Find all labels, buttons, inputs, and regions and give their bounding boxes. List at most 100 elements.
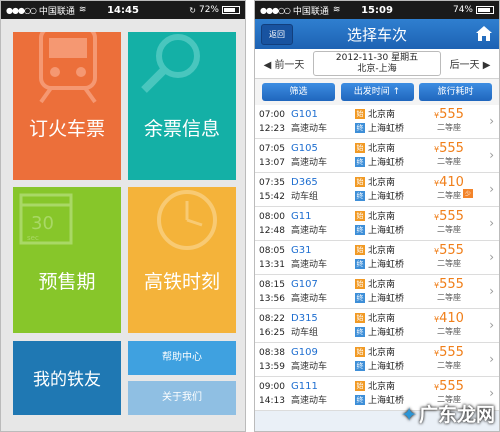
seat-class: 二等座 (437, 327, 461, 336)
train-number: G11 (291, 211, 312, 222)
train-row[interactable]: 08:15 13:56 G107 高速动车 始北京南终上海虹桥 ¥555 二等座 › (255, 275, 499, 309)
train-row[interactable]: 07:35 15:42 D365 动车组始北京南终上海虹桥 ¥410 二等座少 › (255, 173, 499, 207)
train-number: G107 (291, 279, 318, 290)
next-day-button[interactable]: 后一天 ▶ (441, 56, 499, 71)
hsr-timetable-tile[interactable]: 高铁时刻 (128, 187, 236, 333)
train-info: G107 高速动车 (291, 278, 327, 306)
times: 09:00 14:13 (259, 380, 285, 408)
chevron-right-icon: › (489, 386, 494, 400)
chevron-right-icon: › (489, 182, 494, 196)
arrival-time: 12:23 (259, 124, 285, 134)
wifi-icon: ≋ (332, 5, 341, 15)
train-row[interactable]: 08:38 13:59 G109 高速动车 始北京南终上海虹桥 ¥555 二等座 › (255, 343, 499, 377)
train-number: G101 (291, 109, 318, 120)
previous-day-button[interactable]: ◀ 前一天 (255, 56, 313, 71)
battery-percent: 74% (452, 5, 473, 15)
train-row[interactable]: 07:00 12:23 G101 高速动车 始北京南终上海虹桥 ¥555 二等座 › (255, 105, 499, 139)
carrier-name: 中国联通 (38, 6, 75, 17)
destination-station: 上海虹桥 (368, 294, 405, 304)
train-row[interactable]: 08:00 12:48 G11 高速动车 始北京南终上海虹桥 ¥555 二等座 › (255, 207, 499, 241)
origin-badge: 始 (355, 381, 365, 391)
status-bar: ●●●○○ 中国联通 ≋ 15:09 74% (255, 1, 499, 19)
seat-class: 二等座 (437, 293, 461, 302)
terminal-badge: 终 (355, 361, 365, 371)
times: 08:22 16:25 (259, 312, 285, 340)
arrival-time: 14:13 (259, 396, 285, 406)
book-train-ticket-tile[interactable]: 订火车票 (13, 32, 121, 180)
price: 555 (439, 345, 464, 360)
book-train-ticket-label: 订火车票 (28, 118, 105, 140)
watermark: ✦ 广东龙网 (401, 404, 495, 426)
seat-class: 二等座 (437, 361, 461, 370)
battery-percent: 72% (198, 5, 219, 15)
help-center-button[interactable]: 帮助中心 (128, 341, 236, 375)
battery-icon (476, 6, 494, 14)
seat-class: 二等座 (437, 157, 461, 166)
few-tickets-badge: 少 (463, 189, 474, 198)
train-info: G11 高速动车 (291, 210, 327, 238)
watermark-logo-icon: ✦ (401, 404, 417, 426)
about-us-button[interactable]: 关于我们 (128, 381, 236, 415)
filter-button[interactable]: 筛选 (262, 83, 335, 101)
train-icon (39, 32, 97, 104)
origin-station: 北京南 (368, 314, 396, 324)
train-number: G111 (291, 381, 318, 392)
fare: ¥555 二等座 (429, 277, 469, 303)
origin-badge: 始 (355, 347, 365, 357)
terminal-badge: 终 (355, 157, 365, 167)
origin-badge: 始 (355, 177, 365, 187)
price: 555 (439, 277, 464, 292)
train-type: 高速动车 (291, 362, 328, 372)
times: 08:00 12:48 (259, 210, 285, 238)
departure-time: 08:22 (259, 314, 285, 324)
seat-class: 二等座 (437, 225, 461, 234)
carrier-name: 中国联通 (292, 6, 329, 17)
origin-badge: 始 (355, 245, 365, 255)
train-number: G31 (291, 245, 312, 256)
price: 555 (439, 107, 464, 122)
seat-class: 二等座 (437, 123, 461, 132)
sort-departure-button[interactable]: 出发时间 ↑ (340, 83, 414, 101)
clock-icon (157, 190, 217, 250)
arrival-time: 15:42 (259, 192, 285, 202)
origin-badge: 始 (355, 143, 365, 153)
date-selector: ◀ 前一天 2012-11-30 星期五 北京-上海 后一天 ▶ (255, 49, 499, 79)
stations: 始北京南终上海虹桥 (355, 278, 404, 306)
terminal-badge: 终 (355, 395, 365, 405)
my-rail-friends-label: 我的铁友 (33, 370, 101, 390)
arrival-time: 13:31 (259, 260, 285, 270)
date-display[interactable]: 2012-11-30 星期五 北京-上海 (313, 51, 441, 76)
filter-bar: 筛选 出发时间 ↑ 旅行耗时 (255, 79, 499, 105)
navigation-bar: 返回 选择车次 (255, 19, 499, 49)
seat-class: 二等座 (437, 259, 461, 268)
train-results-screen: ●●●○○ 中国联通 ≋ 15:09 74% 返回 选择车次 ◀ 前一天 201… (254, 0, 500, 432)
train-row[interactable]: 08:05 13:31 G31 高速动车 始北京南终上海虹桥 ¥555 二等座 › (255, 241, 499, 275)
train-row[interactable]: 08:22 16:25 D315 动车组 始北京南终上海虹桥 ¥410 二等座 › (255, 309, 499, 343)
my-rail-friends-tile[interactable]: 我的铁友 (13, 341, 121, 415)
sort-duration-button[interactable]: 旅行耗时 (419, 83, 492, 101)
destination-station: 上海虹桥 (368, 260, 405, 270)
price: 555 (439, 243, 464, 258)
home-icon[interactable] (475, 25, 493, 42)
presale-period-tile[interactable]: 30 sec 预售期 (13, 187, 121, 333)
stations: 始北京南终上海虹桥 (355, 346, 404, 374)
chevron-right-icon: › (489, 318, 494, 332)
back-button[interactable]: 返回 (261, 23, 293, 45)
calendar-icon: 30 sec (19, 193, 73, 245)
terminal-badge: 终 (355, 225, 365, 235)
arrival-time: 13:07 (259, 158, 285, 168)
fare: ¥555 二等座 (429, 209, 469, 235)
home-screen: ●●●○○ 中国联通 ≋ 14:45 ↻ 72% 订火车票 余票信息 30 se… (0, 0, 246, 432)
origin-badge: 始 (355, 109, 365, 119)
train-number: D365 (291, 177, 318, 188)
train-type: 高速动车 (291, 396, 328, 406)
train-info: G111 高速动车 (291, 380, 327, 408)
stations: 始北京南终上海虹桥 (355, 210, 404, 238)
train-type: 高速动车 (291, 226, 328, 236)
remaining-tickets-label: 余票信息 (143, 118, 220, 140)
train-row[interactable]: 07:05 13:07 G105 高速动车 始北京南终上海虹桥 ¥555 二等座 › (255, 139, 499, 173)
signal-icon: ●●●○○ (6, 5, 37, 15)
origin-station: 北京南 (368, 348, 396, 358)
train-type: 高速动车 (291, 124, 328, 134)
remaining-tickets-tile[interactable]: 余票信息 (128, 32, 236, 180)
